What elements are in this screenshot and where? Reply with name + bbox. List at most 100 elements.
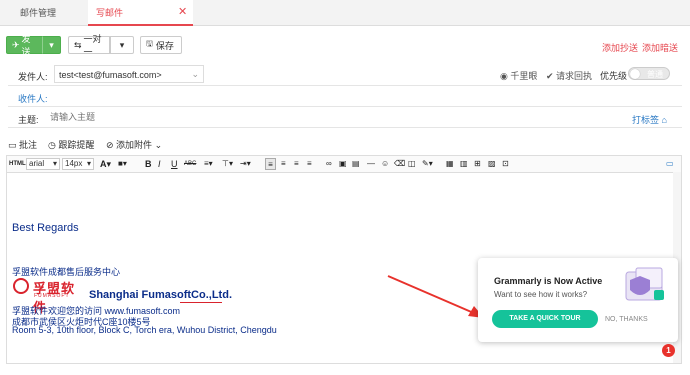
media-icon[interactable]: ▤ xyxy=(352,158,360,170)
send-button[interactable]: ✈ 发送 xyxy=(6,34,43,57)
one-to-one-dropdown[interactable]: ▾ xyxy=(110,36,134,54)
template-icon[interactable]: ▨ xyxy=(488,158,496,170)
divider xyxy=(8,85,682,86)
logo-en: FUMASOFT xyxy=(34,293,70,299)
follow-up-button[interactable]: ◷ 跟踪提醒 xyxy=(48,138,94,151)
company-name: Shanghai FumasoftCo.,Ltd. xyxy=(89,289,232,301)
tag-icon: ⌂ xyxy=(659,115,667,125)
one-to-one-label: 一对一 xyxy=(83,34,102,57)
priority-label: 优先级 xyxy=(600,71,628,81)
annotate-button[interactable]: ▭ 批注 xyxy=(8,138,37,151)
priority-switch[interactable]: 普通 xyxy=(628,67,670,80)
from-select[interactable]: test<test@fumasoft.com> ⌄ xyxy=(54,65,204,83)
fullscreen-icon[interactable]: ▭ xyxy=(666,158,674,170)
from-value: test<test@fumasoft.com> xyxy=(59,70,162,80)
from-label: 发件人: xyxy=(18,72,48,82)
chevron-down-icon: ⌄ xyxy=(152,140,163,150)
fumasoft-logo: 孚盟软件 FUMASOFT xyxy=(13,278,83,315)
chevron-down-icon: ⌄ xyxy=(191,69,199,79)
send-label: 发送 xyxy=(21,34,31,57)
indent-icon[interactable]: ⇥▾ xyxy=(240,158,251,170)
tab-compose-label: 写邮件 xyxy=(96,8,124,18)
save-icon: 🖫 xyxy=(146,39,153,48)
caret-down-icon: ▾ xyxy=(86,159,91,168)
tracking-label: 千里眼 xyxy=(510,71,538,81)
caret-down-icon: ▾ xyxy=(49,39,54,50)
close-icon[interactable]: ✕ xyxy=(178,5,187,18)
grammarly-title: Grammarly is Now Active xyxy=(494,276,603,286)
send-options-dropdown[interactable]: ▾ xyxy=(42,36,61,54)
send-icon: ✈ xyxy=(12,39,20,50)
tab-mail-management[interactable]: 邮件管理 xyxy=(20,6,56,19)
subject-label: 主题: xyxy=(18,115,39,125)
font-size-value: 14px xyxy=(65,159,83,168)
html-mode-button[interactable]: HTML xyxy=(9,158,26,170)
regards-text: Best Regards xyxy=(12,222,79,234)
follow-up-label: 跟踪提醒 xyxy=(58,140,95,150)
annotation-arrow xyxy=(387,275,484,318)
spellcheck-underline xyxy=(180,302,222,303)
save-label: 保存 xyxy=(155,40,174,51)
format-painter-icon[interactable]: ◫ xyxy=(408,158,416,170)
font-size-select[interactable]: 14px ▾ xyxy=(62,158,94,170)
service-center-text: 孚盟软件成都售后服务中心 xyxy=(12,267,121,277)
add-attachment-label: 添加附件 xyxy=(116,140,153,150)
comment-icon: ▭ xyxy=(8,140,20,150)
table-icon[interactable]: ▦ xyxy=(446,158,454,170)
align-center-icon[interactable]: ≡ xyxy=(281,158,286,170)
font-color-icon[interactable]: A▾ xyxy=(100,158,111,170)
logo-mark xyxy=(13,278,29,294)
eye-icon: ◉ xyxy=(500,71,511,81)
annotate-label: 批注 xyxy=(19,140,38,150)
tag-label: 打标签 xyxy=(632,115,660,125)
paperclip-icon: ⊘ xyxy=(106,140,117,150)
bold-icon[interactable]: B xyxy=(145,158,152,170)
font-family-value: arial xyxy=(29,159,45,168)
align-justify-icon[interactable]: ≡ xyxy=(307,158,312,170)
notification-badge[interactable]: 1 xyxy=(662,344,675,357)
address-en: Room 5-3, 10th floor, Block C, Torch era… xyxy=(12,325,277,335)
grammarly-subtitle: Want to see how it works? xyxy=(494,290,588,299)
take-tour-button[interactable]: TAKE A QUICK TOUR xyxy=(492,310,598,328)
horizontal-rule-icon[interactable]: — xyxy=(367,158,375,170)
code-icon[interactable]: ⊞ xyxy=(474,158,481,170)
strikethrough-icon[interactable]: ABC xyxy=(184,158,196,170)
italic-icon[interactable]: I xyxy=(158,158,161,170)
check-icon: ✔ xyxy=(546,71,557,81)
align-left-icon[interactable]: ≡ xyxy=(265,158,276,170)
grammarly-popup: Grammarly is Now Active Want to see how … xyxy=(478,258,678,357)
shield-icon xyxy=(625,267,664,301)
paragraph-spacing-icon[interactable]: ⊤▾ xyxy=(222,158,233,170)
caret-down-icon: ▾ xyxy=(52,159,57,168)
highlighter-icon[interactable]: ✎▾ xyxy=(422,158,433,170)
align-right-icon[interactable]: ≡ xyxy=(294,158,299,170)
tracking-toggle[interactable]: ◉ 千里眼 xyxy=(500,69,537,82)
clock-icon: ◷ xyxy=(48,140,59,150)
line-height-icon[interactable]: ≡▾ xyxy=(204,158,213,170)
eraser-icon[interactable]: ⌫ xyxy=(394,158,405,170)
no-thanks-button[interactable]: NO, THANKS xyxy=(605,316,648,323)
date-icon[interactable]: ▥ xyxy=(460,158,468,170)
read-receipt-toggle[interactable]: ✔ 请求回执 xyxy=(546,69,592,82)
priority-value: 普通 xyxy=(647,70,663,79)
subject-input[interactable] xyxy=(50,110,450,124)
signature-icon[interactable]: ⊡ xyxy=(502,158,509,170)
tab-bar: 邮件管理 写邮件 ✕ xyxy=(0,0,690,26)
underline-icon[interactable]: U xyxy=(171,158,178,170)
image-icon[interactable]: ▣ xyxy=(339,158,347,170)
switch-knob xyxy=(630,69,640,79)
font-family-select[interactable]: arial ▾ xyxy=(26,158,60,170)
save-button[interactable]: 🖫 保存 xyxy=(140,36,182,54)
to-label[interactable]: 收件人: xyxy=(18,92,48,105)
divider xyxy=(8,106,682,107)
add-bcc-link[interactable]: 添加暗送 xyxy=(642,41,678,54)
add-attachment-button[interactable]: ⊘ 添加附件 ⌄ xyxy=(106,138,162,151)
highlight-icon[interactable]: ■▾ xyxy=(118,158,127,170)
emoji-icon[interactable]: ☺ xyxy=(381,158,389,170)
link-icon[interactable]: ∞ xyxy=(326,158,332,170)
tag-link[interactable]: 打标签 ⌂ xyxy=(632,113,667,126)
add-cc-link[interactable]: 添加抄送 xyxy=(602,41,638,54)
swap-icon: ⇆ xyxy=(74,39,82,50)
divider xyxy=(8,127,682,128)
one-to-one-button[interactable]: ⇆ 一对一 xyxy=(68,34,110,57)
